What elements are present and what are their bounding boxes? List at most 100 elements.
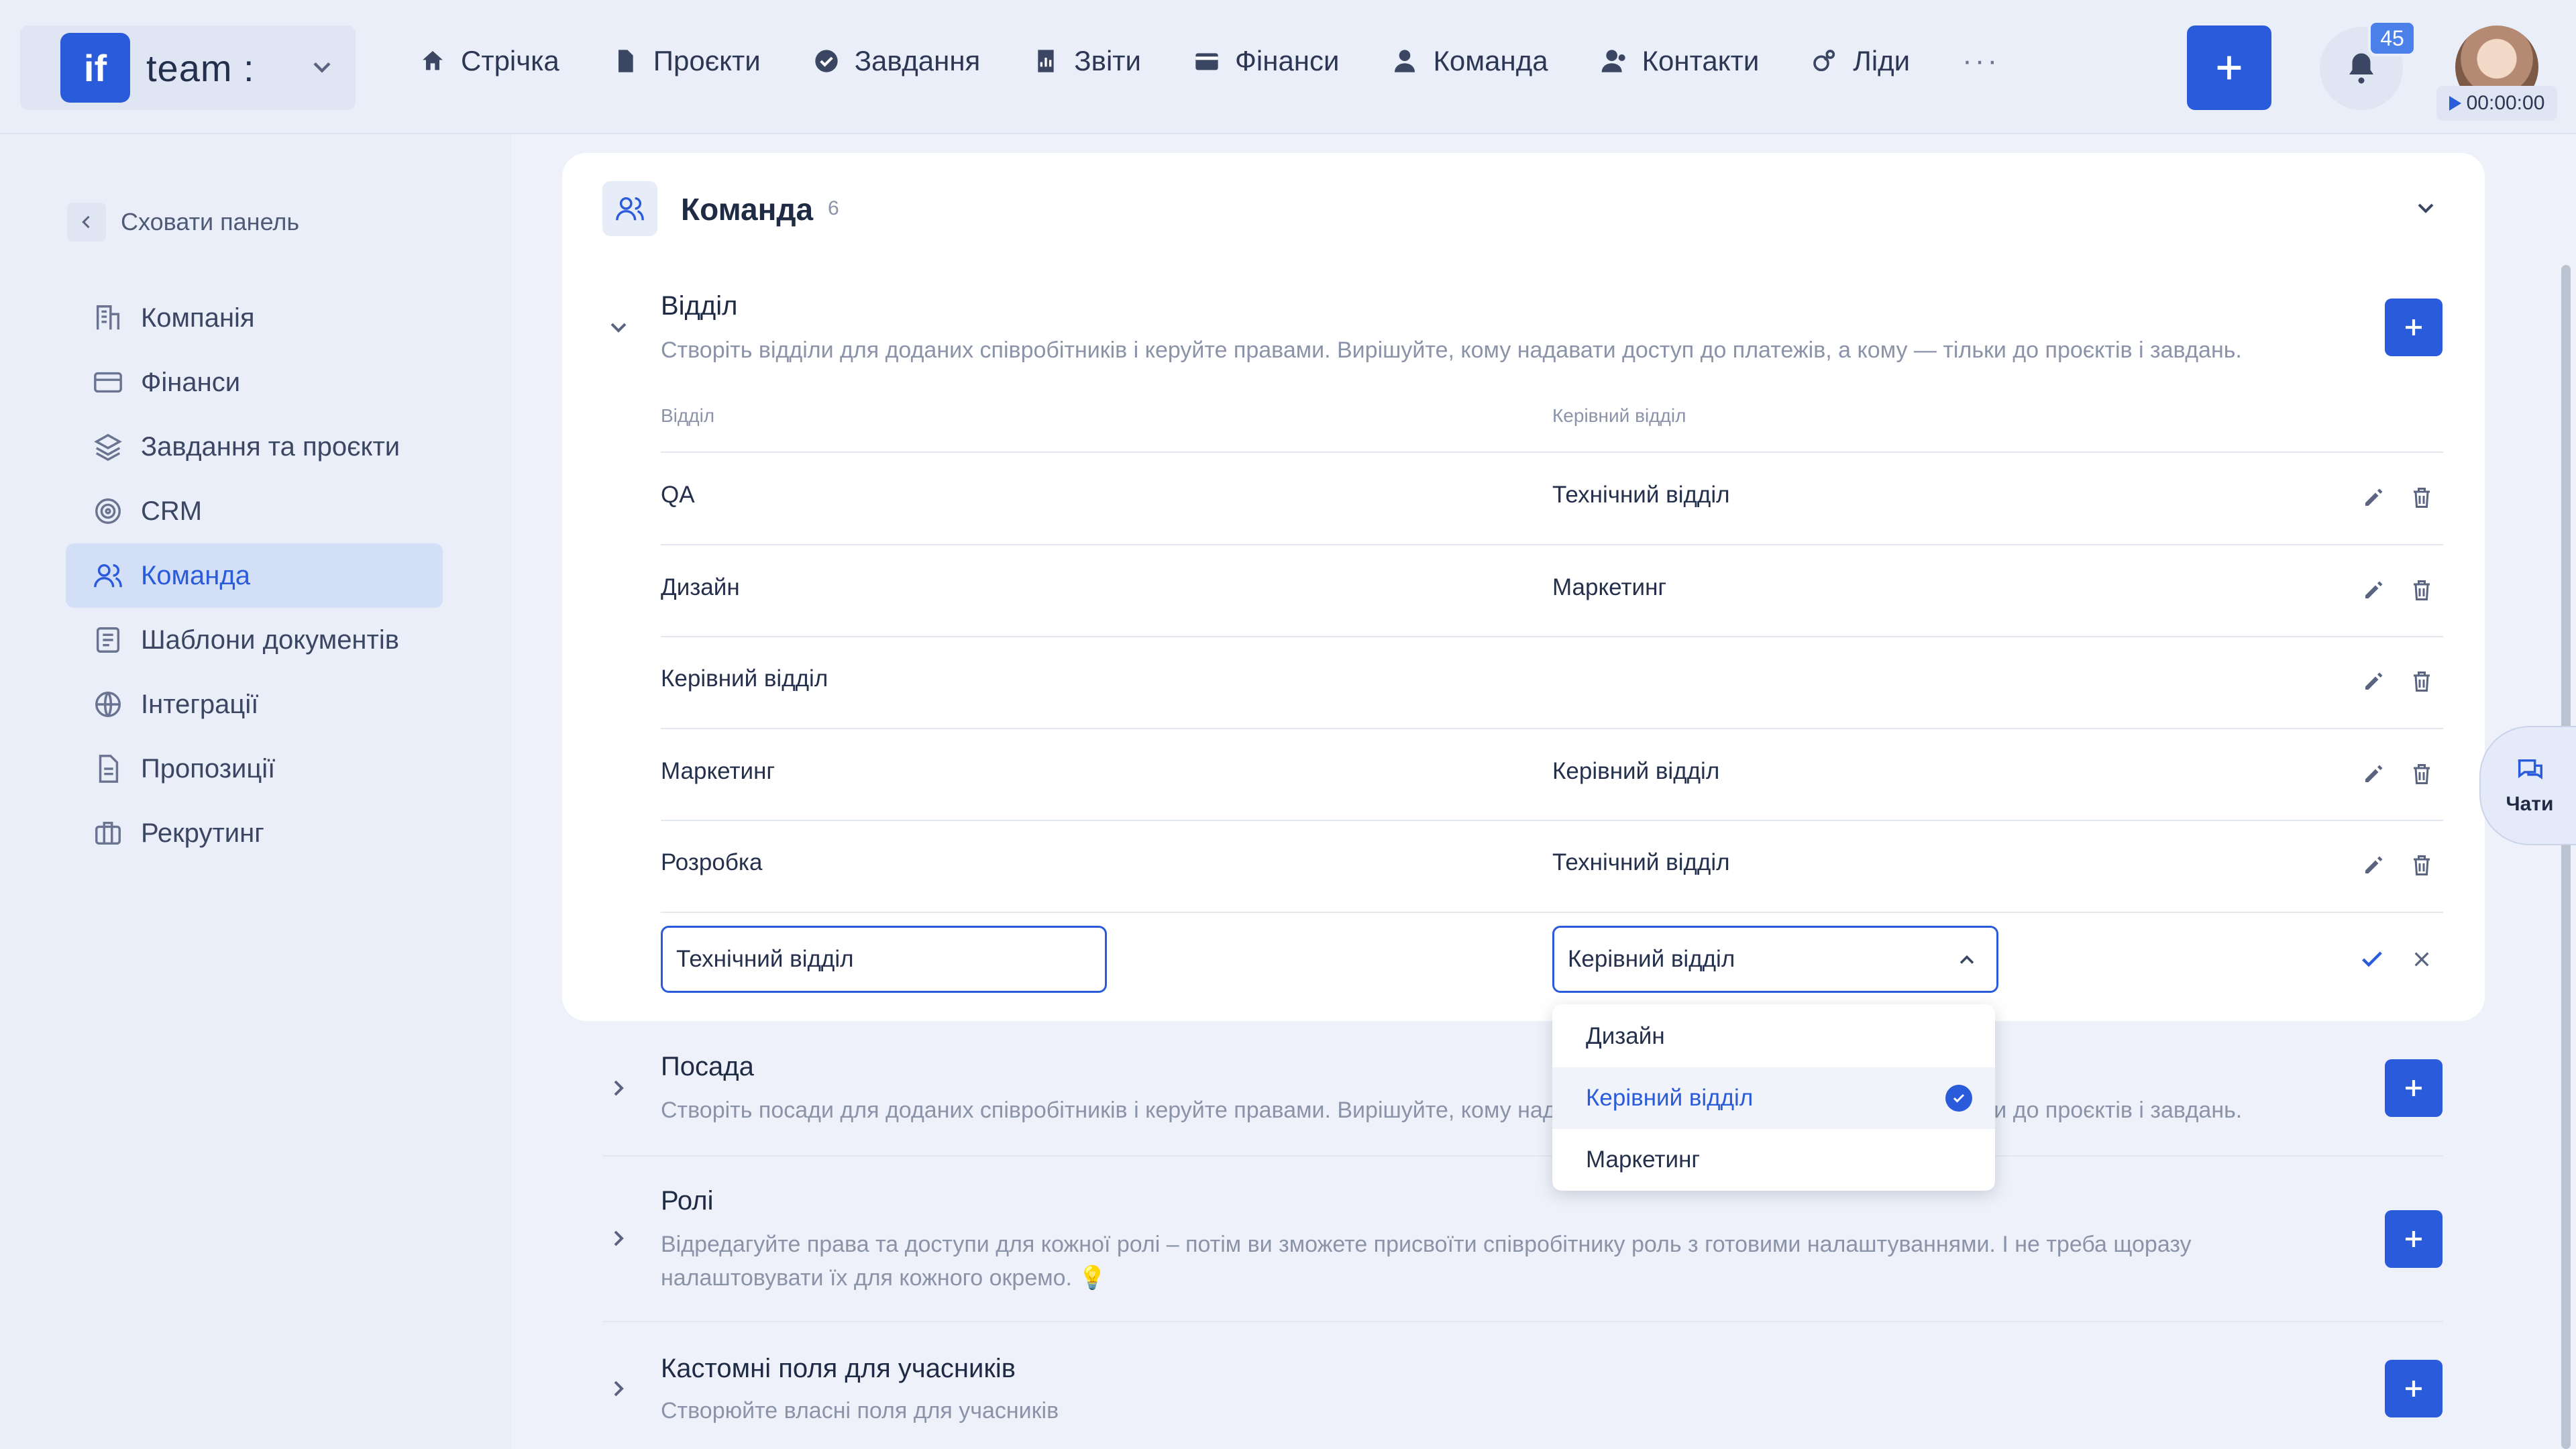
nav-item-team[interactable]: Команда	[1391, 45, 1548, 77]
dropdown-option[interactable]: Дизайн	[1552, 1006, 1995, 1067]
department-name-input[interactable]: Технічний відділ	[661, 926, 1107, 993]
nav-item-tasks[interactable]: Завдання	[813, 45, 981, 77]
department-parent: Технічний відділ	[1552, 482, 1730, 508]
add-custom-field-button[interactable]	[2385, 1360, 2443, 1417]
timer-value: 00:00:00	[2466, 92, 2545, 114]
sidebar-item-doc-templates[interactable]: Шаблони документів	[66, 608, 443, 672]
team-card	[562, 153, 2485, 1021]
department-name: Керівний відділ	[661, 665, 828, 692]
document-icon	[618, 50, 633, 72]
globe-icon	[95, 692, 121, 717]
sidebar-item-crm[interactable]: CRM	[66, 479, 443, 543]
play-icon	[2449, 96, 2461, 111]
leads-icon	[1813, 50, 1835, 72]
department-name: Дизайн	[661, 574, 740, 600]
dropdown-option[interactable]: Маркетинг	[1552, 1129, 1995, 1191]
nav-label: Звіти	[1074, 45, 1141, 76]
add-department-button[interactable]	[2385, 299, 2443, 356]
sidebar-item-finance[interactable]: Фінанси	[66, 350, 443, 415]
trash-icon[interactable]	[2410, 486, 2434, 510]
column-header-parent: Керівний відділ	[1552, 405, 1686, 426]
confirm-check-icon[interactable]	[2359, 946, 2385, 973]
chevron-down-icon[interactable]	[605, 314, 632, 341]
add-role-button[interactable]	[2385, 1210, 2443, 1268]
team-icon	[94, 564, 122, 588]
department-section-title: Відділ	[661, 291, 738, 321]
sidebar-item-recruiting[interactable]: Рекрутинг	[66, 801, 443, 865]
notifications-badge: 45	[2368, 20, 2416, 56]
hide-panel-button[interactable]: Сховати панель	[67, 203, 299, 241]
member-count: 6	[828, 197, 839, 219]
proposal-icon	[99, 755, 119, 783]
sidebar-item-label: Інтеграції	[141, 689, 259, 719]
sidebar-item-tasks-projects[interactable]: Завдання та проєкти	[66, 415, 443, 479]
time-tracker[interactable]: 00:00:00	[2436, 86, 2557, 121]
position-section-desc: Створіть посади для доданих співробітник…	[661, 1097, 2243, 1123]
nav-more-button[interactable]: ···	[1962, 44, 2000, 78]
team-switcher[interactable]: if team :	[20, 25, 356, 110]
sidebar-item-team[interactable]: Команда	[66, 543, 443, 608]
check-circle-icon	[815, 50, 838, 72]
chat-icon	[2518, 759, 2542, 780]
divider	[661, 544, 2443, 545]
parent-department-dropdown: Дизайн Керівний відділ Маркетинг	[1552, 1004, 1995, 1191]
divider	[602, 1155, 2443, 1157]
trash-icon[interactable]	[2410, 853, 2434, 877]
sidebar-item-label: Рекрутинг	[141, 818, 264, 848]
user-icon	[1395, 50, 1415, 72]
pencil-icon[interactable]	[2361, 762, 2385, 786]
chevron-right-icon[interactable]	[605, 1225, 632, 1252]
template-icon	[96, 627, 120, 653]
sidebar-item-label: Завдання та проєкти	[141, 431, 400, 462]
dropdown-option-selected[interactable]: Керівний відділ	[1552, 1067, 1995, 1129]
parent-department-select[interactable]: Керівний відділ	[1552, 926, 1998, 993]
pencil-icon[interactable]	[2361, 853, 2385, 877]
divider	[661, 728, 2443, 729]
report-icon	[1038, 50, 1054, 72]
department-name: Розробка	[661, 849, 763, 875]
nav-label: Проєкти	[653, 45, 761, 76]
custom-fields-section-title: Кастомні поля для учасників	[661, 1354, 1016, 1383]
hide-panel-label: Сховати панель	[121, 208, 300, 235]
chevron-right-icon[interactable]	[605, 1375, 632, 1402]
plus-icon	[2406, 319, 2422, 335]
pencil-icon[interactable]	[2361, 486, 2385, 510]
pencil-icon[interactable]	[2361, 578, 2385, 602]
sidebar-item-company[interactable]: Компанія	[66, 286, 443, 350]
pencil-icon[interactable]	[2361, 669, 2385, 694]
sidebar-item-proposals[interactable]: Пропозиції	[66, 737, 443, 801]
divider	[661, 451, 2443, 453]
briefcase-icon	[95, 821, 121, 845]
scrollbar[interactable]	[2561, 265, 2571, 1449]
department-name: QA	[661, 482, 695, 508]
roles-section-title: Ролі	[661, 1186, 714, 1216]
nav-item-contacts[interactable]: Контакти	[1601, 45, 1759, 77]
position-section-title: Посада	[661, 1052, 754, 1081]
nav-label: Завдання	[854, 45, 981, 76]
nav-item-finance[interactable]: Фінанси	[1193, 45, 1339, 77]
sidebar-item-integrations[interactable]: Інтеграції	[66, 672, 443, 737]
nav-item-projects[interactable]: Проєкти	[612, 45, 761, 77]
plus-icon	[2406, 1080, 2422, 1096]
trash-icon[interactable]	[2410, 669, 2434, 694]
chevron-down-icon[interactable]	[2412, 195, 2439, 221]
trash-icon[interactable]	[2410, 578, 2434, 602]
trash-icon[interactable]	[2410, 762, 2434, 786]
chevron-right-icon[interactable]	[605, 1075, 632, 1102]
column-header-department: Відділ	[661, 405, 715, 426]
wallet-icon	[1195, 53, 1218, 70]
department-parent: Маркетинг	[1552, 574, 1667, 600]
cancel-close-icon[interactable]	[2411, 949, 2432, 970]
chats-label: Чати	[2506, 793, 2554, 815]
layers-icon	[94, 433, 122, 462]
option-label: Дизайн	[1586, 1023, 1665, 1049]
add-position-button[interactable]	[2385, 1059, 2443, 1117]
nav-item-reports[interactable]: Звіти	[1032, 45, 1141, 77]
target-icon	[95, 498, 121, 524]
nav-item-feed[interactable]: Стрічка	[419, 45, 559, 77]
divider	[661, 820, 2443, 821]
nav-item-leads[interactable]: Ліди	[1811, 45, 1910, 77]
chats-button[interactable]: Чати	[2479, 726, 2576, 845]
global-add-button[interactable]	[2187, 25, 2271, 110]
check-circle-icon	[1945, 1085, 1972, 1112]
